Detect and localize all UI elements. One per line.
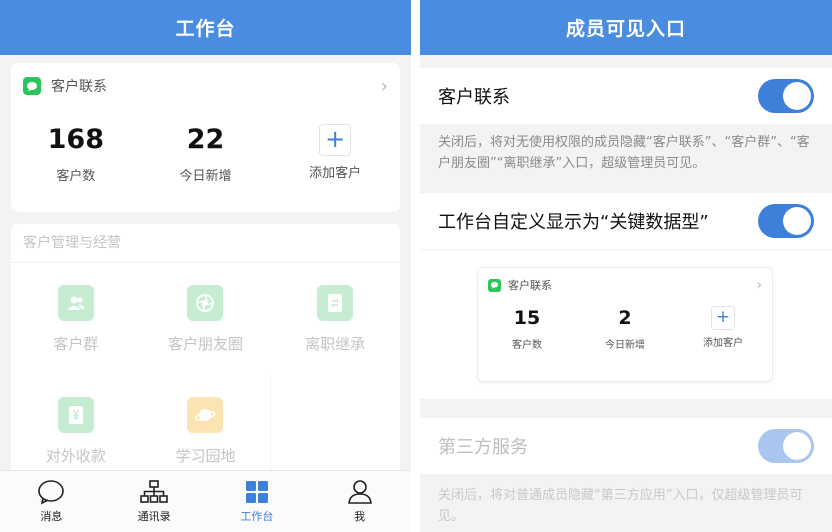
stat-label: 客户数 — [512, 340, 542, 351]
preview-stat-customer-count: 15 客户数 — [478, 304, 576, 351]
preview-card-title: 客户联系 — [508, 279, 552, 292]
stat-label: 今日新增 — [605, 340, 645, 351]
people-icon — [57, 284, 94, 321]
toggle-knob — [783, 207, 811, 235]
toggle-knob — [783, 432, 811, 460]
stat-value: 2 — [618, 307, 632, 329]
visible-entries-nav-bar: 成员可见入口 — [420, 0, 832, 55]
bottom-tab-bar: 消息 通讯录 工作台 我 — [0, 470, 411, 532]
stat-value: 15 — [513, 307, 541, 329]
tab-contacts[interactable]: 通讯录 — [103, 471, 206, 532]
grid-item-resignation-inherit[interactable]: 离职继承 — [270, 263, 400, 375]
customer-contact-row: 客户联系 — [420, 68, 832, 124]
chat-bubble-icon — [38, 480, 65, 505]
customer-contact-note: 关闭后，将对无使用权限的成员隐藏“客户联系”、“客户群”、“客户朋友圈”“离职继… — [438, 135, 810, 171]
stat-label: 客户数 — [56, 169, 96, 184]
grid-item-label: 客户朋友圈 — [167, 334, 243, 353]
grid-item-customer-group[interactable]: 客户群 — [11, 263, 141, 375]
workbench-nav-bar: 工作台 — [0, 0, 411, 55]
tab-me[interactable]: 我 — [308, 471, 411, 532]
chevron-right-icon: › — [756, 277, 762, 293]
customer-contact-toggle[interactable] — [758, 79, 814, 113]
stat-value: 168 — [47, 124, 105, 155]
preview-add-customer: + 添加客户 — [674, 304, 772, 351]
preview-stat-new-today: 2 今日新增 — [576, 304, 674, 351]
grid-item-label: 客户群 — [53, 334, 99, 353]
page-title: 工作台 — [175, 18, 236, 40]
tab-label: 工作台 — [240, 510, 274, 523]
add-customer-label: 添加客户 — [309, 166, 362, 181]
person-icon — [347, 480, 372, 504]
third-party-row: 第三方服务 — [420, 418, 832, 474]
workbench-custom-row: 工作台自定义显示为“关键数据型” — [420, 193, 832, 249]
grid-item-customer-moments[interactable]: 客户朋友圈 — [141, 263, 271, 375]
customer-contact-card[interactable]: 客户联系 › 168 客户数 22 今日新增 + 添加客户 — [11, 63, 400, 212]
workbench-custom-toggle[interactable] — [758, 204, 814, 238]
org-chart-icon — [140, 480, 168, 503]
add-customer-label: 添加客户 — [703, 338, 743, 349]
setting-label: 工作台自定义显示为“关键数据型” — [438, 212, 709, 233]
grid-icon — [245, 481, 268, 503]
add-customer-button[interactable]: + 添加客户 — [270, 121, 400, 184]
preview-customer-card: 客户联系 › 15 客户数 2 今日新增 + 添加客户 — [477, 267, 773, 382]
third-party-note: 关闭后，将对普通成员隐藏“第三方应用”入口，仅超级管理员可见。 — [438, 488, 803, 524]
tab-label: 通讯录 — [137, 510, 171, 523]
customer-contact-title: 客户联系 — [51, 79, 107, 95]
preview-card-header: 客户联系 › — [478, 268, 772, 302]
aperture-icon — [187, 284, 224, 321]
wechat-work-icon — [488, 278, 501, 292]
setting-label: 客户联系 — [438, 87, 510, 108]
page-title: 成员可见入口 — [565, 18, 686, 40]
stat-customer-count[interactable]: 168 客户数 — [11, 121, 141, 184]
section-title: 客户管理与经营 — [11, 224, 400, 263]
workbench-screen: 工作台 客户联系 › 168 客户数 22 今日新增 + 添加客户 客户管理与经… — [0, 0, 411, 532]
yen-icon — [57, 396, 94, 433]
customer-contact-header[interactable]: 客户联系 › — [11, 63, 400, 109]
chevron-right-icon[interactable]: › — [381, 76, 388, 97]
wechat-work-icon — [23, 77, 41, 95]
toggle-knob — [783, 82, 811, 110]
setting-label: 第三方服务 — [438, 437, 528, 458]
planet-icon — [187, 396, 224, 433]
plus-icon: + — [711, 306, 735, 330]
stat-label: 今日新增 — [179, 169, 232, 184]
stat-value: 22 — [186, 124, 225, 155]
plus-icon: + — [319, 124, 352, 156]
grid-item-label: 对外收款 — [45, 446, 106, 465]
grid-item-label: 离职继承 — [305, 334, 366, 353]
tab-messages[interactable]: 消息 — [0, 471, 103, 532]
document-transfer-icon — [317, 284, 354, 321]
stat-new-today[interactable]: 22 今日新增 — [141, 121, 271, 184]
tab-label: 我 — [354, 510, 366, 523]
third-party-toggle[interactable] — [758, 429, 814, 463]
tab-label: 消息 — [40, 510, 63, 523]
tab-workbench[interactable]: 工作台 — [206, 471, 309, 532]
grid-item-label: 学习园地 — [175, 446, 236, 465]
visible-entries-screen: 成员可见入口 客户联系 关闭后，将对无使用权限的成员隐藏“客户联系”、“客户群”… — [420, 0, 832, 532]
